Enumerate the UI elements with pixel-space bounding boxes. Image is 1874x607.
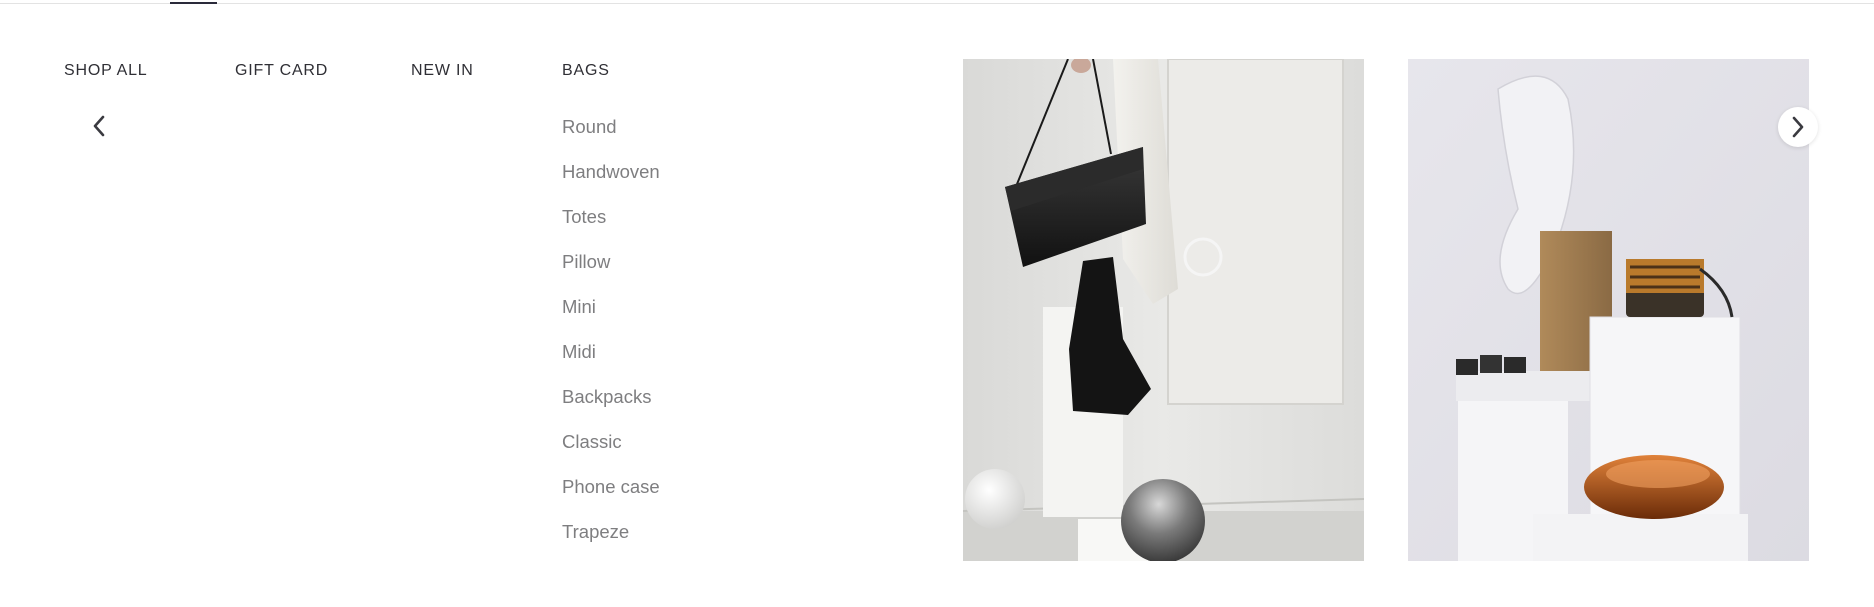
bags-submenu: Round Handwoven Totes Pillow Mini Midi B… xyxy=(562,116,660,566)
submenu-item-totes[interactable]: Totes xyxy=(562,206,660,251)
submenu-item-round[interactable]: Round xyxy=(562,116,660,161)
promo-image-shoulder-bag[interactable] xyxy=(963,59,1364,561)
submenu-item-classic[interactable]: Classic xyxy=(562,431,660,476)
back-button[interactable] xyxy=(86,113,112,139)
submenu-item-phone-case[interactable]: Phone case xyxy=(562,476,660,521)
header-divider xyxy=(0,3,1874,4)
mega-menu: SHOP ALL GIFT CARD NEW IN BAGS Round Han… xyxy=(0,0,1874,607)
nav-link-new-in[interactable]: NEW IN xyxy=(411,62,474,80)
submenu-item-trapeze[interactable]: Trapeze xyxy=(562,521,660,566)
submenu-item-handwoven[interactable]: Handwoven xyxy=(562,161,660,206)
carousel-next-button[interactable] xyxy=(1778,107,1818,147)
submenu-item-backpacks[interactable]: Backpacks xyxy=(562,386,660,431)
active-nav-indicator xyxy=(170,2,217,4)
nav-link-shop-all[interactable]: SHOP ALL xyxy=(64,62,148,80)
chevron-right-icon xyxy=(1792,116,1804,138)
nav-link-gift-card[interactable]: GIFT CARD xyxy=(235,62,328,80)
submenu-item-mini[interactable]: Mini xyxy=(562,296,660,341)
chevron-left-icon xyxy=(93,115,105,137)
promo-image-mini-bag[interactable] xyxy=(1408,59,1809,561)
submenu-item-midi[interactable]: Midi xyxy=(562,341,660,386)
nav-link-bags[interactable]: BAGS xyxy=(562,62,610,80)
submenu-item-pillow[interactable]: Pillow xyxy=(562,251,660,296)
